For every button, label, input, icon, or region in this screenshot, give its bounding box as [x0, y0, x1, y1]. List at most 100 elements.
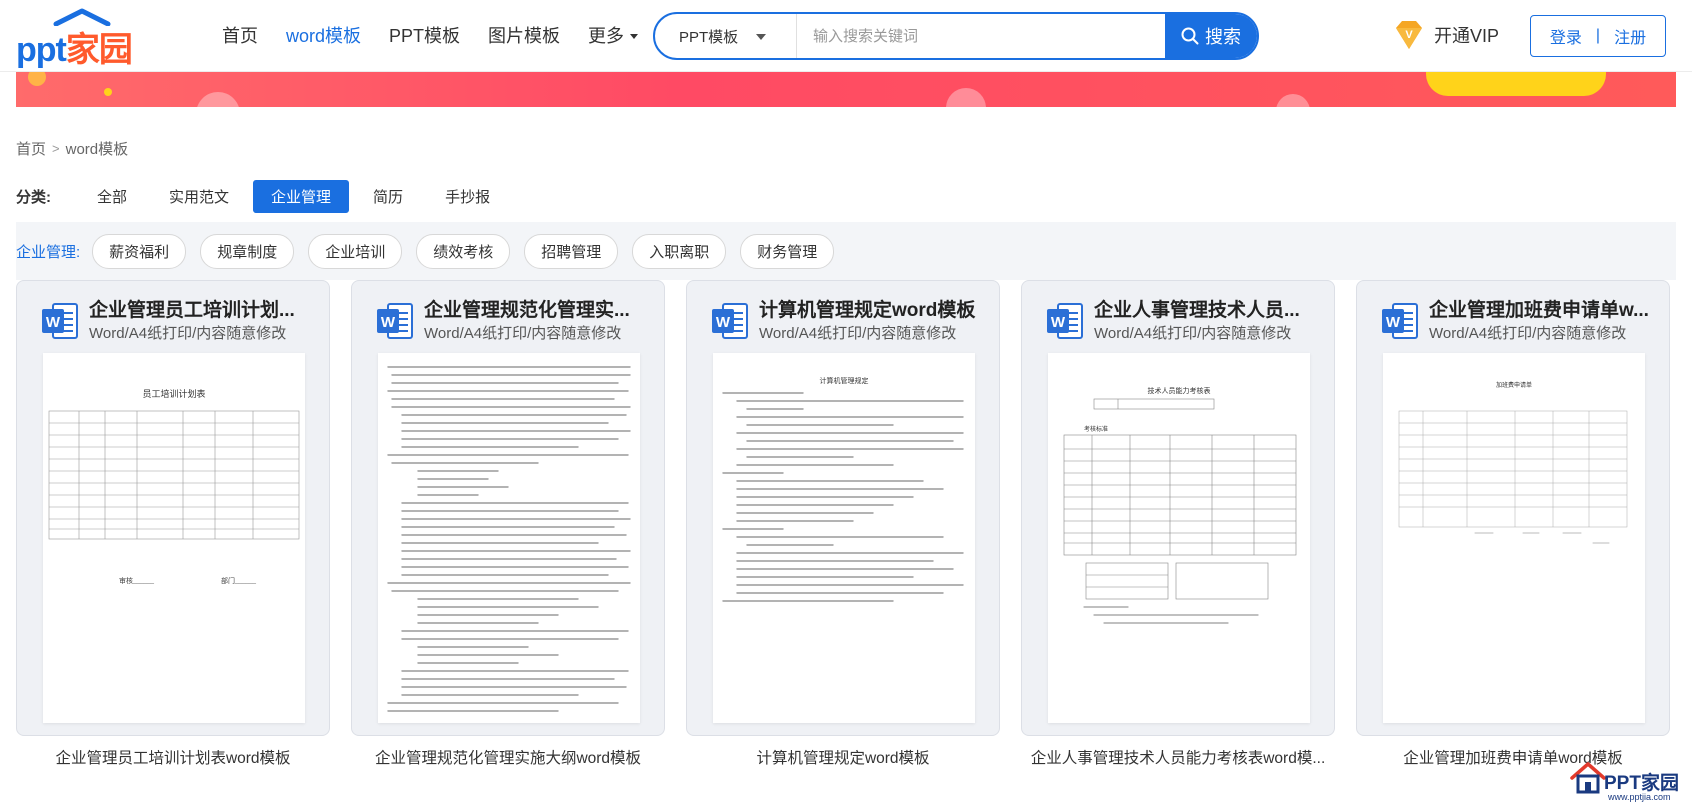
promo-banner[interactable]: [16, 72, 1676, 107]
preview-text-graphic: [387, 366, 631, 712]
watermark-text: PPT家园: [1604, 773, 1679, 794]
svg-text:W: W: [1386, 314, 1401, 331]
card-header: W 企业管理规范化管理实... Word/A4纸打印/内容随意修改: [376, 295, 656, 345]
nav-more[interactable]: 更多: [588, 22, 639, 48]
subcategory-tag[interactable]: 财务管理: [740, 233, 835, 269]
svg-text:员工培训计划表: 员工培训计划表: [142, 388, 205, 399]
template-grid: W 企业管理员工培训计划... Word/A4纸打印/内容随意修改 员工培训计划…: [16, 280, 1676, 800]
banner-bubble: [946, 88, 986, 107]
card-title: 企业管理规范化管理实...: [424, 300, 630, 321]
banner-dot: [104, 88, 112, 96]
category-enterprise[interactable]: 企业管理: [253, 180, 350, 213]
document-preview: 加班费申请单: [1383, 353, 1645, 723]
svg-text:W: W: [46, 314, 61, 331]
card-subtitle: Word/A4纸打印/内容随意修改: [424, 325, 622, 342]
top-header: ppt家园 首页 word模板 PPT模板 图片模板 更多 PPT模板 搜索 V…: [0, 0, 1692, 72]
search-type-select[interactable]: PPT模板: [655, 14, 797, 58]
card-title: 计算机管理规定word模板: [759, 300, 976, 321]
card-subtitle: Word/A4纸打印/内容随意修改: [759, 325, 957, 342]
register-link[interactable]: 注册: [1614, 24, 1646, 48]
house-logo-icon: [1570, 762, 1606, 794]
document-preview: 技术人员能力考核表 考核标准: [1048, 353, 1310, 723]
svg-text:W: W: [716, 314, 731, 331]
subcategory-tag[interactable]: 规章制度: [200, 233, 295, 269]
word-file-icon: W: [712, 303, 748, 339]
template-card[interactable]: W 企业管理规范化管理实... Word/A4纸打印/内容随意修改: [351, 280, 665, 736]
banner-cta-button: [1426, 72, 1606, 96]
category-resume[interactable]: 简历: [355, 180, 421, 213]
site-logo[interactable]: ppt家园: [16, 8, 176, 69]
breadcrumb: 首页 > word模板: [16, 138, 128, 159]
card-subtitle: Word/A4纸打印/内容随意修改: [1094, 325, 1292, 342]
vip-diamond-icon: V: [1396, 21, 1422, 49]
svg-text:部门______: 部门______: [221, 576, 256, 585]
vip-label: 开通VIP: [1434, 26, 1500, 46]
subcategory-tag[interactable]: 绩效考核: [416, 233, 511, 269]
svg-text:W: W: [1051, 314, 1066, 331]
subcategory-tag[interactable]: 招聘管理: [524, 233, 619, 269]
template-card[interactable]: W 企业管理员工培训计划... Word/A4纸打印/内容随意修改 员工培训计划…: [16, 280, 330, 736]
chevron-down-icon: [630, 33, 639, 39]
category-filter: 分类: 全部 实用范文 企业管理 简历 手抄报: [16, 180, 514, 213]
preview-table-graphic: 员工培训计划表 审核______ 部门______: [48, 388, 300, 585]
card-caption[interactable]: 企业管理员工培训计划表word模板: [16, 746, 330, 768]
card-caption[interactable]: 企业人事管理技术人员能力考核表word模...: [1021, 746, 1335, 768]
card-header: W 计算机管理规定word模板 Word/A4纸打印/内容随意修改: [711, 295, 991, 345]
main-nav: 首页 word模板 PPT模板 图片模板 更多: [222, 22, 666, 48]
card-title: 企业人事管理技术人员...: [1094, 300, 1300, 321]
preview-form-graphic: 技术人员能力考核表 考核标准: [1063, 386, 1297, 624]
preview-sheet-graphic: 加班费申请单: [1398, 381, 1628, 544]
document-preview: 员工培训计划表 审核______ 部门______: [43, 353, 305, 723]
vip-link[interactable]: V 开通VIP: [1392, 18, 1499, 52]
word-file-icon: W: [1047, 303, 1083, 339]
search-icon: [1181, 27, 1199, 45]
card-title: 企业管理员工培训计划...: [89, 300, 295, 321]
search-bar: PPT模板 搜索: [653, 12, 1259, 60]
subcategory-tag[interactable]: 入职离职: [632, 233, 727, 269]
auth-box: 登录 | 注册: [1530, 15, 1666, 57]
category-all[interactable]: 全部: [79, 180, 145, 213]
template-card[interactable]: W 企业管理加班费申请单w... Word/A4纸打印/内容随意修改 加班费申请…: [1356, 280, 1670, 736]
logo-text: ppt家园: [16, 31, 133, 69]
subcategory-tag[interactable]: 薪资福利: [92, 233, 187, 269]
svg-text:技术人员能力考核表: 技术人员能力考核表: [1148, 386, 1211, 395]
category-handwritten[interactable]: 手抄报: [427, 180, 508, 213]
nav-image-templates[interactable]: 图片模板: [488, 22, 560, 48]
template-card[interactable]: W 企业人事管理技术人员... Word/A4纸打印/内容随意修改 技术人员能力…: [1021, 280, 1335, 736]
chevron-right-icon: >: [52, 141, 60, 156]
banner-bubble: [196, 92, 240, 107]
search-input[interactable]: [797, 14, 1165, 58]
document-preview: 计算机管理规定: [713, 353, 975, 723]
word-file-icon: W: [42, 303, 78, 339]
svg-text:审核______: 审核______: [119, 576, 154, 585]
watermark-url: www.pptjia.com: [1608, 792, 1671, 802]
card-subtitle: Word/A4纸打印/内容随意修改: [1429, 325, 1627, 342]
dropdown-triangle-icon: [756, 34, 766, 40]
document-preview: [378, 353, 640, 723]
subcategory-label: 企业管理:: [16, 243, 81, 261]
card-caption[interactable]: 企业管理规范化管理实施大纲word模板: [351, 746, 665, 768]
login-link[interactable]: 登录: [1550, 24, 1582, 48]
breadcrumb-home[interactable]: 首页: [16, 138, 46, 159]
word-file-icon: W: [377, 303, 413, 339]
category-label: 分类:: [16, 189, 51, 206]
banner-bubble: [1276, 94, 1310, 107]
auth-separator: |: [1595, 27, 1601, 44]
template-card[interactable]: W 计算机管理规定word模板 Word/A4纸打印/内容随意修改 计算机管理规…: [686, 280, 1000, 736]
svg-text:考核标准: 考核标准: [1084, 425, 1108, 433]
svg-text:加班费申请单: 加班费申请单: [1496, 381, 1532, 389]
svg-text:V: V: [1405, 29, 1413, 41]
nav-home[interactable]: 首页: [222, 22, 258, 48]
word-file-icon: W: [1382, 303, 1418, 339]
card-header: W 企业管理员工培训计划... Word/A4纸打印/内容随意修改: [41, 295, 321, 345]
svg-text:计算机管理规定: 计算机管理规定: [820, 376, 869, 385]
subcategory-tag[interactable]: 企业培训: [308, 233, 403, 269]
svg-text:W: W: [381, 314, 396, 331]
category-practical[interactable]: 实用范文: [151, 180, 247, 213]
search-button[interactable]: 搜索: [1165, 14, 1257, 58]
card-caption[interactable]: 计算机管理规定word模板: [686, 746, 1000, 768]
preview-text-graphic: 计算机管理规定: [722, 376, 964, 602]
nav-word-templates[interactable]: word模板: [286, 22, 361, 48]
card-header: W 企业管理加班费申请单w... Word/A4纸打印/内容随意修改: [1381, 295, 1661, 345]
nav-ppt-templates[interactable]: PPT模板: [389, 22, 460, 48]
